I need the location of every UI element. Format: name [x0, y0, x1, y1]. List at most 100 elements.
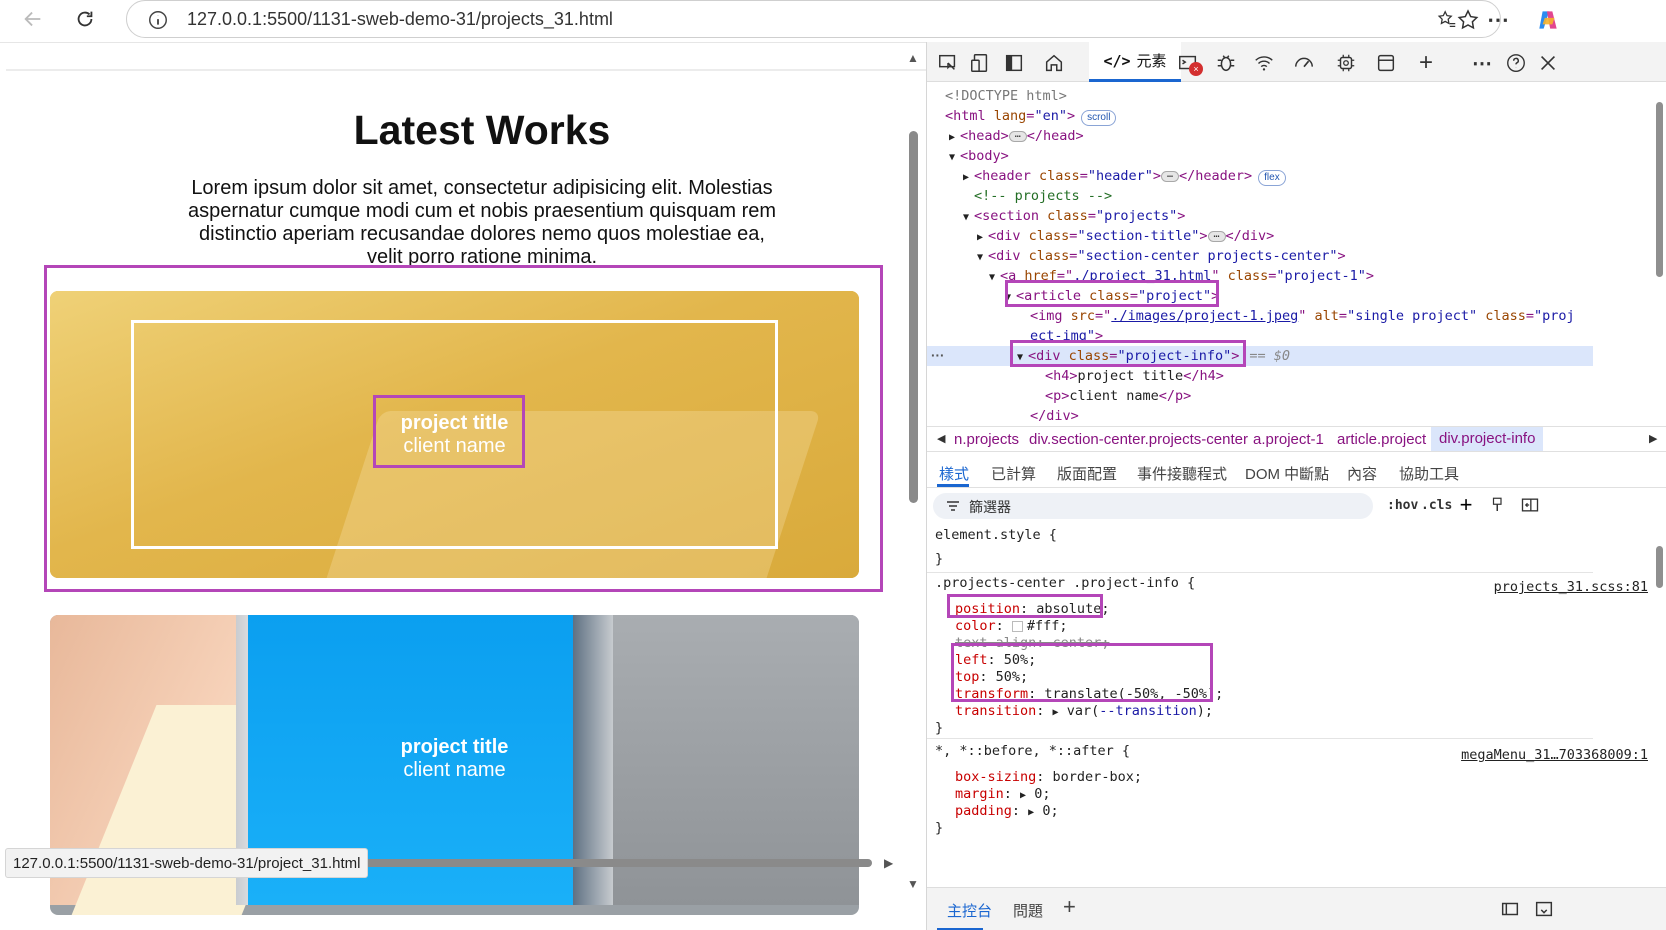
- rule-source-link[interactable]: projects_31.scss:81: [1494, 578, 1648, 596]
- new-rule-button[interactable]: +: [1455, 492, 1477, 517]
- devtools-panel: </> 元素 × + ⋯ <!DOCTYPE html> <html lang=…: [926, 42, 1666, 930]
- scrollbar-thumb[interactable]: [1656, 102, 1663, 277]
- tab-dom-breakpoints[interactable]: DOM 中斷點: [1245, 463, 1329, 484]
- css-declaration[interactable]: padding: ▶ 0;: [955, 802, 1059, 820]
- tab-elements[interactable]: </> 元素: [1089, 42, 1181, 82]
- tab-properties[interactable]: 內容: [1347, 463, 1377, 484]
- tab-application[interactable]: [1373, 50, 1399, 76]
- close-devtools-button[interactable]: [1535, 50, 1561, 76]
- tab-layout[interactable]: 版面配置: [1057, 463, 1117, 484]
- dom-node-head[interactable]: ▶ <head>… </head>: [949, 126, 1615, 146]
- scroll-right-arrow-icon[interactable]: ▶: [884, 856, 893, 870]
- dom-node-h4[interactable]: <h4>project title</h4>: [1045, 366, 1652, 386]
- dom-node-doctype[interactable]: <!DOCTYPE html>: [945, 86, 1611, 106]
- tab-performance[interactable]: [1291, 50, 1317, 76]
- tab-styles[interactable]: 樣式: [939, 463, 969, 484]
- cls-toggle[interactable]: .cls: [1421, 498, 1452, 513]
- inspect-button[interactable]: [935, 50, 961, 76]
- address-bar[interactable]: 127.0.0.1:5500/1131-sweb-demo-31/project…: [126, 0, 1501, 38]
- tab-console[interactable]: ×: [1175, 50, 1203, 76]
- css-declaration[interactable]: transition: ▶ var(--transition);: [955, 702, 1213, 720]
- site-info-icon[interactable]: [147, 9, 169, 31]
- flex-badge[interactable]: flex: [1258, 170, 1286, 186]
- expand-triangle-icon[interactable]: ▶: [1053, 707, 1059, 718]
- color-swatch-icon[interactable]: [1011, 620, 1023, 632]
- drawer-add-tab-button[interactable]: +: [1063, 894, 1076, 920]
- breadcrumb-left-arrow-icon[interactable]: ◀: [937, 432, 945, 445]
- collapse-triangle-icon[interactable]: ▼: [977, 248, 988, 268]
- tab-accessibility[interactable]: 協助工具: [1399, 463, 1459, 484]
- hov-toggle[interactable]: :hov: [1387, 498, 1418, 513]
- scroll-down-arrow-icon[interactable]: ▼: [907, 877, 919, 891]
- node-actions-icon[interactable]: ···: [931, 346, 945, 366]
- collapse-triangle-icon[interactable]: ▼: [989, 268, 1000, 288]
- copilot-button[interactable]: [1534, 6, 1562, 34]
- css-declaration[interactable]: color: #fff;: [955, 617, 1068, 635]
- page-horizontal-scrollbar[interactable]: [340, 859, 872, 867]
- rule-brace: }: [935, 720, 944, 736]
- dom-node-img[interactable]: <img src="./images/project-1.jpeg" alt="…: [1030, 306, 1652, 326]
- page-vertical-scrollbar[interactable]: ▲ ▼: [906, 51, 920, 913]
- favorites-button[interactable]: [1433, 6, 1461, 34]
- scrollbar-thumb[interactable]: [909, 131, 918, 503]
- dom-node-section-title[interactable]: ▶ <div class="section-title">… </div>: [977, 226, 1643, 246]
- dom-node-section[interactable]: ▼ <section class="projects">: [963, 206, 1629, 226]
- dom-node-div-close[interactable]: </div>: [1030, 406, 1652, 426]
- css-declaration[interactable]: margin: ▶ 0;: [955, 785, 1050, 803]
- tab-memory[interactable]: [1333, 50, 1359, 76]
- breadcrumb-right-arrow-icon[interactable]: ▶: [1649, 432, 1657, 445]
- element-state-button[interactable]: [1487, 494, 1509, 516]
- dom-tree-scrollbar[interactable]: [1654, 86, 1666, 416]
- computed-sidebar-button[interactable]: [1519, 494, 1541, 516]
- ellipsis-icon[interactable]: …: [1161, 169, 1179, 182]
- breadcrumb-item[interactable]: div.section-center.projects-center: [1029, 431, 1248, 448]
- expand-triangle-icon[interactable]: ▶: [949, 128, 960, 148]
- expand-triangle-icon[interactable]: ▶: [1020, 790, 1026, 801]
- rule-source-link[interactable]: megaMenu_31…703368009:1: [1461, 746, 1648, 764]
- drawer-collapse-button[interactable]: [1533, 898, 1555, 924]
- dom-node-comment[interactable]: <!-- projects -->: [974, 186, 1640, 206]
- scroll-badge[interactable]: scroll: [1081, 110, 1117, 126]
- customize-button[interactable]: ⋯: [1469, 50, 1495, 76]
- welcome-tab[interactable]: [1041, 50, 1067, 76]
- tab-computed[interactable]: 已計算: [991, 463, 1036, 484]
- tab-event-listeners[interactable]: 事件接聽程式: [1137, 463, 1227, 484]
- styles-scrollbar[interactable]: [1654, 512, 1666, 842]
- reload-button[interactable]: [70, 4, 100, 34]
- tab-network[interactable]: [1251, 50, 1277, 76]
- drawer-tab-console[interactable]: 主控台: [947, 900, 992, 921]
- dom-node-body[interactable]: ▼ <body>: [949, 146, 1615, 166]
- more-tools-button[interactable]: +: [1413, 49, 1439, 76]
- rule-selector[interactable]: .projects-center .project-info {: [935, 574, 1195, 592]
- dock-button[interactable]: [1001, 50, 1027, 76]
- dom-node-html[interactable]: <html lang="en"> scroll: [945, 106, 1611, 126]
- dom-node-section-center[interactable]: ▼ <div class="section-center projects-cen…: [977, 246, 1643, 266]
- breadcrumb-item[interactable]: n.projects: [954, 431, 1019, 448]
- expand-triangle-icon[interactable]: ▶: [963, 168, 974, 188]
- more-menu-button[interactable]: ⋯: [1484, 6, 1512, 34]
- breadcrumb-item-current[interactable]: div.project-info: [1431, 427, 1544, 451]
- help-button[interactable]: [1503, 50, 1529, 76]
- tab-sources[interactable]: [1213, 50, 1239, 76]
- expand-triangle-icon[interactable]: ▶: [1028, 807, 1034, 818]
- element-style-selector[interactable]: element.style {: [935, 526, 1057, 544]
- breadcrumb-item[interactable]: article.project: [1337, 431, 1426, 448]
- back-button[interactable]: [18, 4, 48, 34]
- styles-filter-input[interactable]: 篩選器: [933, 493, 1373, 519]
- ellipsis-icon[interactable]: …: [1008, 129, 1027, 142]
- plus-icon: +: [1459, 492, 1473, 517]
- scrollbar-thumb[interactable]: [1656, 546, 1663, 588]
- collapse-triangle-icon[interactable]: ▼: [963, 208, 974, 228]
- ellipsis-icon[interactable]: …: [1207, 229, 1226, 242]
- css-declaration[interactable]: box-sizing: border-box;: [955, 768, 1142, 786]
- breadcrumb-item[interactable]: a.project-1: [1253, 431, 1324, 448]
- collapse-triangle-icon[interactable]: ▼: [949, 148, 960, 168]
- expand-triangle-icon[interactable]: ▶: [977, 228, 988, 248]
- dom-node-header[interactable]: ▶ <header class="header">… </header> flex: [963, 166, 1629, 186]
- drawer-tab-issues[interactable]: 問題: [1013, 900, 1043, 921]
- drawer-dock-button[interactable]: [1499, 898, 1521, 924]
- dom-node-p[interactable]: <p>client name</p>: [1045, 386, 1652, 406]
- device-toolbar-button[interactable]: [967, 50, 993, 76]
- scroll-up-arrow-icon[interactable]: ▲: [907, 51, 919, 65]
- rule-selector[interactable]: *, *::before, *::after {: [935, 742, 1130, 760]
